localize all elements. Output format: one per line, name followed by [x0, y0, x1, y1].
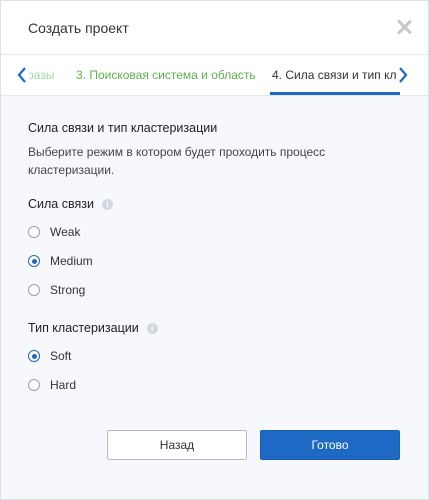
strength-radio-group: Weak Medium Strong	[28, 223, 408, 299]
active-tab-indicator	[270, 92, 400, 95]
radio-label: Soft	[50, 349, 72, 363]
radio-circle-checked[interactable]	[28, 350, 40, 362]
chevron-right-icon[interactable]	[396, 65, 410, 85]
section-title: Сила связи и тип кластеризации	[28, 121, 218, 135]
radio-label: Hard	[50, 378, 77, 392]
radio-medium[interactable]: Medium	[28, 252, 408, 270]
strength-label-text: Сила связи	[28, 197, 94, 211]
done-button[interactable]: Готово	[260, 430, 400, 460]
section-description: Выберите режим в котором будет проходить…	[28, 143, 408, 179]
dialog-header: Создать проект	[1, 1, 428, 55]
radio-hard[interactable]: Hard	[28, 376, 408, 394]
info-icon[interactable]: i	[101, 198, 113, 210]
dialog-title: Создать проект	[28, 20, 129, 36]
radio-strong[interactable]: Strong	[28, 281, 408, 299]
back-button[interactable]: Назад	[107, 430, 247, 460]
description-line-1: Выберите режим в котором будет проходить…	[28, 145, 326, 159]
radio-label: Weak	[50, 225, 81, 239]
description-line-2: кластеризации.	[28, 163, 115, 177]
strength-label: Сила связи i	[28, 197, 408, 211]
clustering-label: Тип кластеризации i	[28, 321, 408, 335]
clustering-radio-group: Soft Hard	[28, 347, 408, 394]
radio-weak[interactable]: Weak	[28, 223, 408, 241]
tab-step-3[interactable]: 3. Поисковая система и область	[76, 68, 256, 82]
info-icon[interactable]: i	[146, 322, 158, 334]
step-content: Сила связи и тип кластеризации Выберите …	[28, 121, 408, 394]
tabs-viewport: разы 3. Поисковая система и область 4. С…	[29, 55, 396, 95]
radio-circle[interactable]	[28, 379, 40, 391]
tab-step-4[interactable]: 4. Сила связи и тип кл	[272, 68, 396, 82]
clustering-label-text: Тип кластеризации	[28, 321, 139, 335]
chevron-left-icon[interactable]	[15, 65, 29, 85]
radio-circle-checked[interactable]	[28, 255, 40, 267]
radio-label: Strong	[50, 283, 86, 297]
close-icon[interactable]	[396, 19, 412, 35]
create-project-dialog: Создать проект разы 3. Поисковая система…	[0, 0, 429, 500]
tab-step-2[interactable]: разы	[29, 68, 54, 82]
wizard-tabs: разы 3. Поисковая система и область 4. С…	[1, 55, 428, 96]
radio-label: Medium	[50, 254, 93, 268]
radio-circle[interactable]	[28, 284, 40, 296]
radio-circle[interactable]	[28, 226, 40, 238]
radio-soft[interactable]: Soft	[28, 347, 408, 365]
